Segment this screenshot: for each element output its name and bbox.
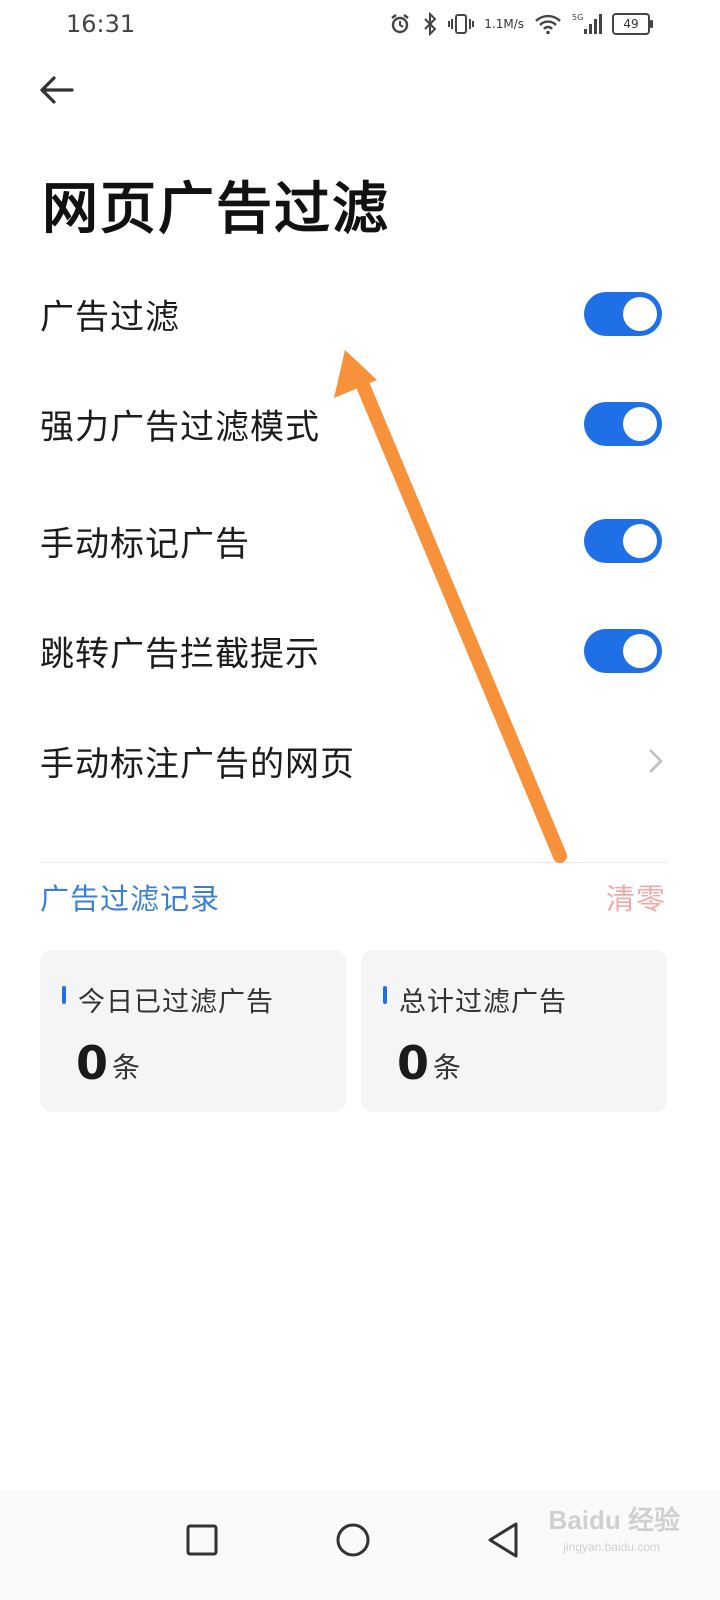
setting-label: 跳转广告拦截提示 (40, 634, 320, 675)
stat-card-total: 总计过滤广告 0 条 (361, 950, 667, 1112)
setting-label: 广告过滤 (40, 297, 180, 338)
back-nav-button[interactable] (480, 1516, 528, 1564)
records-section-title: 广告过滤记录 (40, 882, 221, 916)
signal-icon: 5G (572, 12, 602, 36)
setting-redirect-ad-block-prompt[interactable]: 跳转广告拦截提示 (40, 611, 666, 691)
card-accent (62, 986, 66, 1004)
watermark-brand: Baidu 经验 (548, 1505, 680, 1535)
bluetooth-icon (422, 12, 438, 36)
setting-label: 强力广告过滤模式 (40, 407, 320, 448)
toggle-knob (623, 524, 657, 558)
card-value: 0 (76, 1036, 109, 1090)
home-button[interactable] (329, 1516, 377, 1564)
circle-icon (336, 1523, 370, 1557)
ad-filter-toggle[interactable] (584, 292, 662, 336)
toggle-knob (623, 407, 657, 441)
clear-button[interactable]: 清零 (606, 876, 666, 918)
card-value: 0 (397, 1036, 430, 1090)
strong-ad-filter-toggle[interactable] (584, 402, 662, 446)
vibrate-icon (448, 12, 475, 36)
stat-card-today: 今日已过滤广告 0 条 (40, 950, 346, 1112)
divider (40, 862, 666, 863)
setting-ad-filter[interactable]: 广告过滤 (40, 274, 666, 354)
card-unit: 条 (433, 1051, 462, 1084)
card-label: 总计过滤广告 (399, 987, 567, 1018)
triangle-left-icon (488, 1522, 518, 1558)
watermark-sub: jingyan.baidu.com (563, 1540, 660, 1554)
card-accent (383, 986, 387, 1004)
toggle-knob (623, 634, 657, 668)
setting-label: 手动标记广告 (40, 524, 250, 565)
status-icons: 1.1 M/s 5G 49 (388, 8, 653, 40)
square-icon (186, 1524, 218, 1556)
setting-manual-mark-ads[interactable]: 手动标记广告 (40, 501, 666, 581)
status-bar: 16:31 1.1 M/s 5G 49 (0, 0, 720, 48)
net-speed: 1.1 M/s (484, 17, 524, 31)
card-label: 今日已过滤广告 (78, 987, 274, 1018)
setting-manually-marked-pages[interactable]: 手动标注广告的网页 (40, 721, 666, 801)
battery-icon: 49 (612, 13, 653, 35)
chevron-right-icon (646, 746, 666, 776)
alarm-icon (388, 12, 412, 36)
status-time: 16:31 (66, 10, 136, 38)
setting-strong-ad-filter-mode[interactable]: 强力广告过滤模式 (40, 384, 666, 464)
recents-button[interactable] (178, 1516, 226, 1564)
redirect-ad-block-prompt-toggle[interactable] (584, 629, 662, 673)
manual-mark-ads-toggle[interactable] (584, 519, 662, 563)
setting-label: 手动标注广告的网页 (40, 744, 355, 785)
back-button[interactable] (36, 70, 76, 110)
toggle-knob (623, 297, 657, 331)
wifi-icon (534, 13, 562, 35)
card-unit: 条 (112, 1051, 141, 1084)
svg-text:5G: 5G (572, 13, 583, 22)
arrow-left-icon (40, 76, 74, 104)
page-title: 网页广告过滤 (42, 177, 390, 242)
